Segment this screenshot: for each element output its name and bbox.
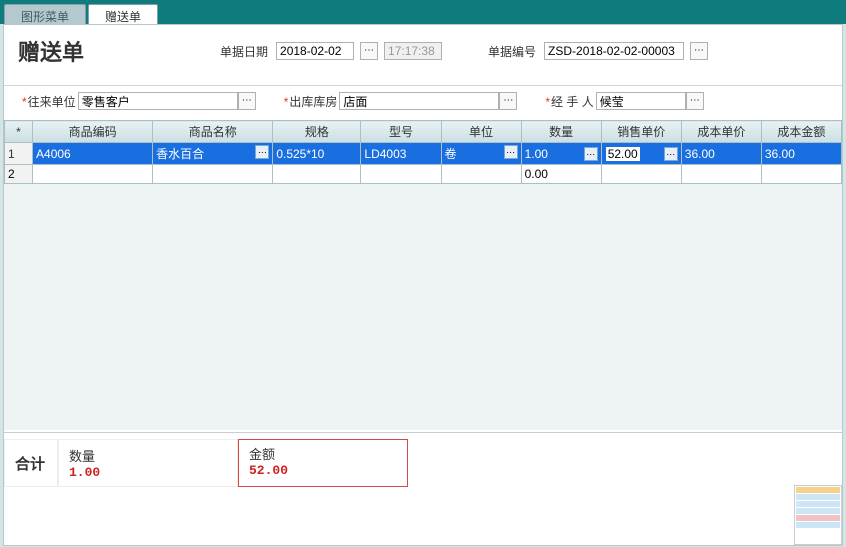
col-spec[interactable]: 规格	[273, 121, 361, 143]
col-model[interactable]: 型号	[361, 121, 441, 143]
col-rownum[interactable]: *	[5, 121, 33, 143]
docno-picker-button[interactable]: ⋯	[690, 42, 708, 60]
row1-qty-text: 1.00	[525, 147, 548, 161]
row2-price[interactable]	[601, 165, 681, 184]
row1-model[interactable]: LD4003	[361, 143, 441, 165]
grid-wrap: * 商品编码 商品名称 规格 型号 单位 数量 销售单价 成本单价 成本金额 1…	[4, 120, 842, 430]
fields-row: 往来单位 ⋯ 出库库房 ⋯ 经 手 人 ⋯	[4, 86, 842, 120]
tab-graphic-menu[interactable]: 图形菜单	[4, 4, 86, 24]
col-cost-amount[interactable]: 成本金额	[761, 121, 841, 143]
tab-gift-form[interactable]: 赠送单	[88, 4, 158, 24]
total-qty-label: 数量	[69, 446, 227, 465]
col-name[interactable]: 商品名称	[153, 121, 273, 143]
row1-name[interactable]: 香水百合 ⋯	[153, 143, 273, 165]
row2-name[interactable]	[153, 165, 273, 184]
date-label: 单据日期	[220, 43, 268, 60]
row1-price-picker[interactable]: ⋯	[664, 147, 678, 161]
row1-uom-text: 卷	[445, 147, 457, 161]
unit-picker-button[interactable]: ⋯	[238, 92, 256, 110]
row2-qty[interactable]: 0.00	[521, 165, 601, 184]
tab-bar: 图形菜单 赠送单	[0, 0, 846, 24]
row1-qty-picker[interactable]: ⋯	[584, 147, 598, 161]
items-grid[interactable]: * 商品编码 商品名称 规格 型号 单位 数量 销售单价 成本单价 成本金额 1…	[4, 120, 842, 184]
row2-num: 2	[5, 165, 33, 184]
row1-name-picker[interactable]: ⋯	[255, 145, 269, 159]
total-amount-value: 52.00	[249, 463, 397, 478]
row2-uom[interactable]	[441, 165, 521, 184]
page-title: 赠送单	[18, 35, 84, 67]
row1-spec[interactable]: 0.525*10	[273, 143, 361, 165]
row1-cost-amount[interactable]: 36.00	[761, 143, 841, 165]
row1-cost-price[interactable]: 36.00	[681, 143, 761, 165]
row2-spec[interactable]	[273, 165, 361, 184]
thumbnail-preview[interactable]	[794, 485, 842, 545]
footer-totals: 合计 数量 1.00 金额 52.00	[4, 432, 842, 493]
row1-code[interactable]: A4006	[33, 143, 153, 165]
total-qty-value: 1.00	[69, 465, 227, 480]
total-amount-label: 金额	[249, 444, 397, 463]
col-code[interactable]: 商品编码	[33, 121, 153, 143]
total-label: 合计	[15, 453, 45, 474]
person-picker-button[interactable]: ⋯	[686, 92, 704, 110]
person-input[interactable]	[596, 92, 686, 110]
col-price[interactable]: 销售单价	[601, 121, 681, 143]
table-row[interactable]: 1 A4006 香水百合 ⋯ 0.525*10 LD4003 卷 ⋯ 1.00 …	[5, 143, 842, 165]
docno-label: 单据编号	[488, 43, 536, 60]
title-row: 赠送单 单据日期 ⋯ 单据编号 ⋯	[4, 25, 842, 86]
date-picker-button[interactable]: ⋯	[360, 42, 378, 60]
row1-uom-picker[interactable]: ⋯	[504, 145, 518, 159]
row1-num: 1	[5, 143, 33, 165]
row2-code[interactable]	[33, 165, 153, 184]
warehouse-input[interactable]	[339, 92, 499, 110]
time-input	[384, 42, 442, 60]
date-input[interactable]	[276, 42, 354, 60]
row1-uom[interactable]: 卷 ⋯	[441, 143, 521, 165]
row1-price-edit[interactable]: 52.00	[605, 146, 641, 162]
warehouse-picker-button[interactable]: ⋯	[499, 92, 517, 110]
col-uom[interactable]: 单位	[441, 121, 521, 143]
col-cost-price[interactable]: 成本单价	[681, 121, 761, 143]
person-label: 经 手 人	[545, 93, 593, 110]
row1-name-text: 香水百合	[156, 147, 204, 161]
unit-label: 往来单位	[22, 93, 76, 110]
row1-price[interactable]: 52.00 ⋯	[601, 143, 681, 165]
grid-header-row: * 商品编码 商品名称 规格 型号 单位 数量 销售单价 成本单价 成本金额	[5, 121, 842, 143]
warehouse-label: 出库库房	[284, 93, 338, 110]
form-page: 赠送单 单据日期 ⋯ 单据编号 ⋯ 往来单位 ⋯ 出库库房 ⋯ 经 手 人 ⋯	[3, 24, 843, 546]
row2-cost-amount[interactable]	[761, 165, 841, 184]
col-qty[interactable]: 数量	[521, 121, 601, 143]
docno-input[interactable]	[544, 42, 684, 60]
row2-model[interactable]	[361, 165, 441, 184]
row1-qty[interactable]: 1.00 ⋯	[521, 143, 601, 165]
unit-input[interactable]	[78, 92, 238, 110]
row2-cost-price[interactable]	[681, 165, 761, 184]
total-amount-box: 金额 52.00	[238, 439, 408, 487]
table-row[interactable]: 2 0.00	[5, 165, 842, 184]
